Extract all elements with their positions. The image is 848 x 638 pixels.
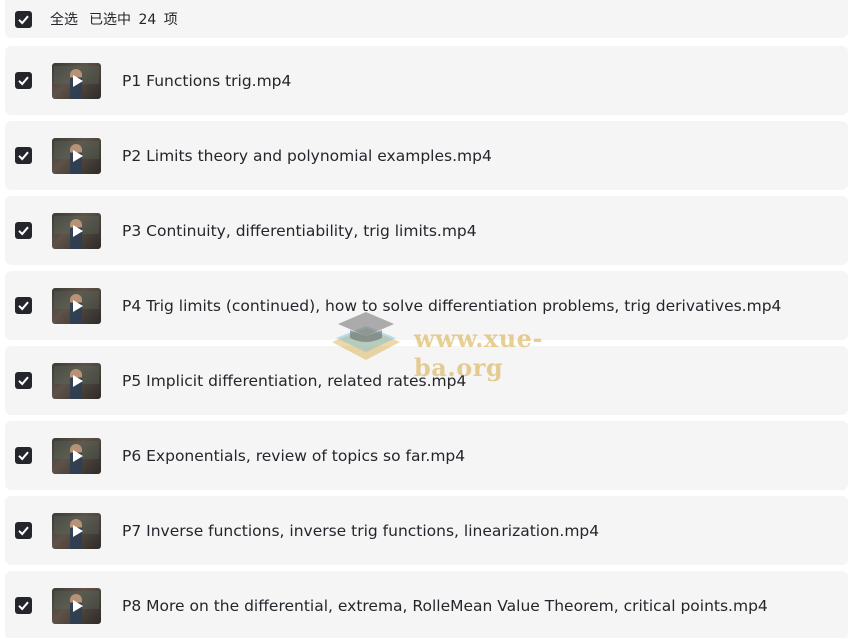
checkmark-icon <box>18 76 29 86</box>
checkmark-icon <box>18 151 29 161</box>
video-thumbnail[interactable] <box>52 137 101 174</box>
video-thumbnail[interactable] <box>52 512 101 549</box>
play-icon <box>73 524 83 537</box>
video-thumbnail[interactable] <box>52 437 101 474</box>
file-checkbox[interactable] <box>15 72 32 89</box>
file-row[interactable]: P4 Trig limits (continued), how to solve… <box>5 271 848 340</box>
play-icon <box>73 224 83 237</box>
play-icon <box>73 599 83 612</box>
checkmark-icon <box>18 526 29 536</box>
file-title[interactable]: P1 Functions trig.mp4 <box>122 72 291 90</box>
file-row[interactable]: P1 Functions trig.mp4 <box>5 46 848 115</box>
file-list: P1 Functions trig.mp4 P2 Limits theory a… <box>5 46 848 638</box>
file-checkbox[interactable] <box>15 147 32 164</box>
file-row[interactable]: P5 Implicit differentiation, related rat… <box>5 346 848 415</box>
file-row[interactable]: P2 Limits theory and polynomial examples… <box>5 121 848 190</box>
select-all-label[interactable]: 全选 <box>50 9 78 29</box>
video-thumbnail[interactable] <box>52 212 101 249</box>
video-thumbnail[interactable] <box>52 362 101 399</box>
play-icon <box>73 449 83 462</box>
video-thumbnail[interactable] <box>52 287 101 324</box>
file-checkbox[interactable] <box>15 597 32 614</box>
video-thumbnail[interactable] <box>52 587 101 624</box>
selected-count-text: 已选中 24 项 <box>89 12 178 28</box>
checkmark-icon <box>18 226 29 236</box>
file-title[interactable]: P2 Limits theory and polynomial examples… <box>122 147 492 165</box>
video-thumbnail[interactable] <box>52 62 101 99</box>
file-title[interactable]: P4 Trig limits (continued), how to solve… <box>122 297 781 315</box>
play-icon <box>73 74 83 87</box>
play-icon <box>73 374 83 387</box>
file-title[interactable]: P8 More on the differential, extrema, Ro… <box>122 597 768 615</box>
file-checkbox[interactable] <box>15 372 32 389</box>
file-row[interactable]: P7 Inverse functions, inverse trig funct… <box>5 496 848 565</box>
file-title[interactable]: P7 Inverse functions, inverse trig funct… <box>122 522 599 540</box>
file-checkbox[interactable] <box>15 297 32 314</box>
file-checkbox[interactable] <box>15 447 32 464</box>
file-checkbox[interactable] <box>15 522 32 539</box>
checkmark-icon <box>18 451 29 461</box>
file-title[interactable]: P6 Exponentials, review of topics so far… <box>122 447 465 465</box>
select-all-checkbox[interactable] <box>15 10 32 28</box>
file-row[interactable]: P8 More on the differential, extrema, Ro… <box>5 571 848 638</box>
checkmark-icon <box>18 601 29 611</box>
play-icon <box>73 299 83 312</box>
checkmark-icon <box>18 301 29 311</box>
select-all-bar: 全选 已选中 24 项 <box>5 0 848 38</box>
checkmark-icon <box>18 15 29 24</box>
file-checkbox[interactable] <box>15 222 32 239</box>
file-title[interactable]: P5 Implicit differentiation, related rat… <box>122 372 466 390</box>
file-row[interactable]: P3 Continuity, differentiability, trig l… <box>5 196 848 265</box>
checkmark-icon <box>18 376 29 386</box>
file-row[interactable]: P6 Exponentials, review of topics so far… <box>5 421 848 490</box>
play-icon <box>73 149 83 162</box>
file-title[interactable]: P3 Continuity, differentiability, trig l… <box>122 222 477 240</box>
